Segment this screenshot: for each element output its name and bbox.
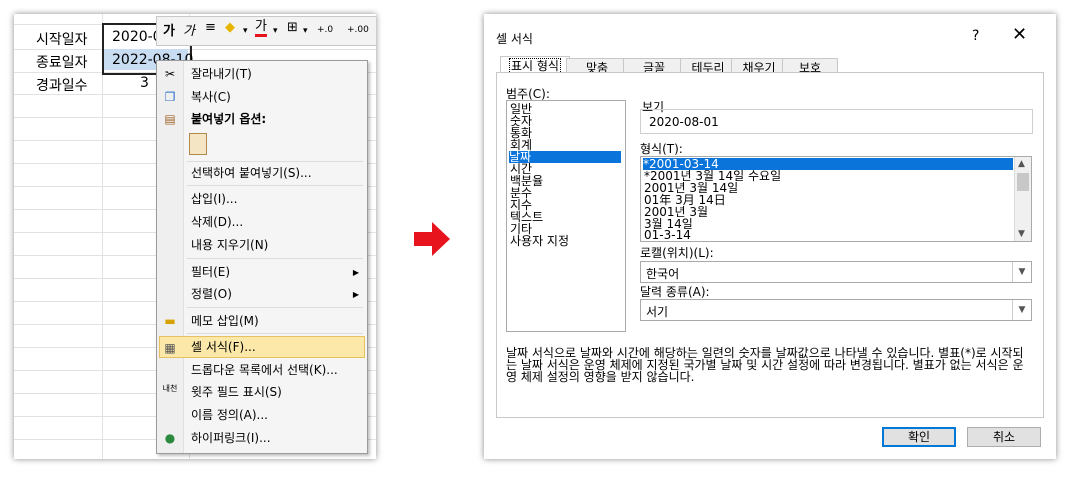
folder-icon: ▬ xyxy=(164,314,176,328)
scissors-icon: ✂ xyxy=(164,67,176,81)
sample-box: 2020-08-01 xyxy=(640,109,1033,134)
phonetic-icon: 내천 xyxy=(162,384,178,393)
locale-select[interactable]: 한국어 ▼ xyxy=(640,261,1032,283)
format-cells-dialog: 셀 서식 ? ✕ 표시 형식 맞춤 글꼴 테두리 채우기 보호 범주(C): 일… xyxy=(484,14,1056,459)
sample-value: 2020-08-01 xyxy=(649,115,719,129)
menu-item-hyperlink[interactable]: 하이퍼링크(I)... xyxy=(191,427,271,449)
category-list[interactable]: 일반 숫자 통화 회계 날짜 시간 백분율 분수 지수 텍스트 기타 사용자 지… xyxy=(506,100,626,332)
locale-value: 한국어 xyxy=(646,267,680,281)
menu-separator xyxy=(187,258,363,259)
clipboard-icon: ▤ xyxy=(164,112,176,126)
copy-icon: ❐ xyxy=(164,90,176,104)
chevron-right-icon: ▶ xyxy=(352,290,359,299)
chevron-right-icon: ▶ xyxy=(352,268,359,277)
paste-clipboard-icon[interactable] xyxy=(189,133,207,155)
decrease-decimal-button[interactable]: +.00 xyxy=(347,25,369,35)
gridline xyxy=(102,14,103,459)
calendar-value: 서기 xyxy=(646,305,669,319)
menu-highlight xyxy=(159,336,365,358)
menu-separator xyxy=(187,185,363,186)
fill-color-icon[interactable]: ◆ xyxy=(225,20,235,35)
help-button[interactable]: ? xyxy=(972,28,979,44)
menu-item-copy[interactable]: 복사(C) xyxy=(191,86,231,108)
align-icon[interactable]: ≡ xyxy=(205,20,216,35)
chevron-down-icon[interactable]: ▼ xyxy=(1018,229,1025,239)
excel-panel: 시작일자 종료일자 경과일수 2020-08-01 2022-08-10 3 가… xyxy=(14,14,376,459)
chevron-down-icon[interactable]: ▼ xyxy=(1012,300,1031,320)
menu-item-delete[interactable]: 삭제(D)... xyxy=(191,211,243,233)
cancel-button[interactable]: 취소 xyxy=(967,427,1041,447)
chevron-down-icon[interactable]: ▾ xyxy=(303,26,308,36)
cell-end-label[interactable]: 종료일자 xyxy=(36,52,88,72)
arrow-right-icon xyxy=(414,222,450,256)
menu-paste-options-header: 붙여넣기 옵션: xyxy=(191,112,267,126)
calendar-select[interactable]: 서기 ▼ xyxy=(640,299,1032,321)
menu-item-cut[interactable]: 잘라내기(T) xyxy=(191,63,252,85)
menu-item-pick-from-dropdown[interactable]: 드롭다운 목록에서 선택(K)... xyxy=(191,359,338,381)
menu-item-insert-comment[interactable]: 메모 삽입(M) xyxy=(191,310,259,332)
menu-separator xyxy=(187,333,363,334)
cell-start-label[interactable]: 시작일자 xyxy=(36,29,88,49)
dialog-title: 셀 서식 xyxy=(496,32,533,46)
cell-elapsed-value[interactable]: 3 xyxy=(140,75,149,91)
format-cells-icon: ▦ xyxy=(164,341,176,355)
menu-item-format-cells[interactable]: 셀 서식(F)... xyxy=(191,336,256,358)
format-list-scrollbar[interactable]: ▲ ▼ xyxy=(1014,157,1031,241)
menu-item-clear[interactable]: 내용 지우기(N) xyxy=(191,234,268,256)
bold-button[interactable]: 가 xyxy=(163,20,175,39)
border-icon[interactable]: ⊞ xyxy=(287,20,298,35)
close-button[interactable]: ✕ xyxy=(1012,24,1027,45)
scrollbar-thumb[interactable] xyxy=(1017,173,1029,191)
ok-button[interactable]: 확인 xyxy=(882,427,956,447)
menu-separator xyxy=(187,307,363,308)
menu-item-phonetic-field[interactable]: 윗주 필드 표시(S) xyxy=(191,381,282,403)
globe-icon: ● xyxy=(164,431,176,445)
list-item[interactable]: 사용자 지정 xyxy=(510,235,569,247)
chevron-up-icon[interactable]: ▲ xyxy=(1018,159,1025,169)
mini-toolbar: 가 가 ≡ ◆ ▾ 가 ▾ ⊞ ▾ +.0 +.00 xyxy=(156,16,376,46)
format-label: 형식(T): xyxy=(640,142,683,156)
calendar-label: 달력 종류(A): xyxy=(640,285,710,299)
cell-elapsed-label[interactable]: 경과일수 xyxy=(36,75,88,95)
font-color-button[interactable]: 가 xyxy=(255,20,267,37)
format-list[interactable]: *2001-03-14 *2001년 3월 14일 수요일 2001년 3월 1… xyxy=(640,156,1032,242)
menu-item-sort[interactable]: 정렬(O) xyxy=(191,283,232,305)
menu-item-paste-special[interactable]: 선택하여 붙여넣기(S)... xyxy=(191,162,312,184)
context-menu: ✂ 잘라내기(T) ❐ 복사(C) ▤ 붙여넣기 옵션: 선택하여 붙여넣기(S… xyxy=(156,60,368,454)
list-item[interactable]: 01-3-14 xyxy=(644,229,691,241)
chevron-down-icon[interactable]: ▾ xyxy=(243,26,248,36)
menu-item-insert[interactable]: 삽입(I)... xyxy=(191,188,237,210)
locale-label: 로캘(위치)(L): xyxy=(640,246,714,260)
increase-decimal-button[interactable]: +.0 xyxy=(317,25,333,35)
gridline xyxy=(14,49,376,50)
menu-item-filter[interactable]: 필터(E) xyxy=(191,261,230,283)
chevron-down-icon[interactable]: ▼ xyxy=(1012,262,1031,282)
format-description: 날짜 서식으로 날짜와 시간에 해당하는 일련의 숫자를 날짜값으로 나타낼 수… xyxy=(506,346,1024,384)
chevron-down-icon[interactable]: ▾ xyxy=(273,26,278,36)
menu-item-define-name[interactable]: 이름 정의(A)... xyxy=(191,404,268,426)
italic-button[interactable]: 가 xyxy=(183,20,195,39)
